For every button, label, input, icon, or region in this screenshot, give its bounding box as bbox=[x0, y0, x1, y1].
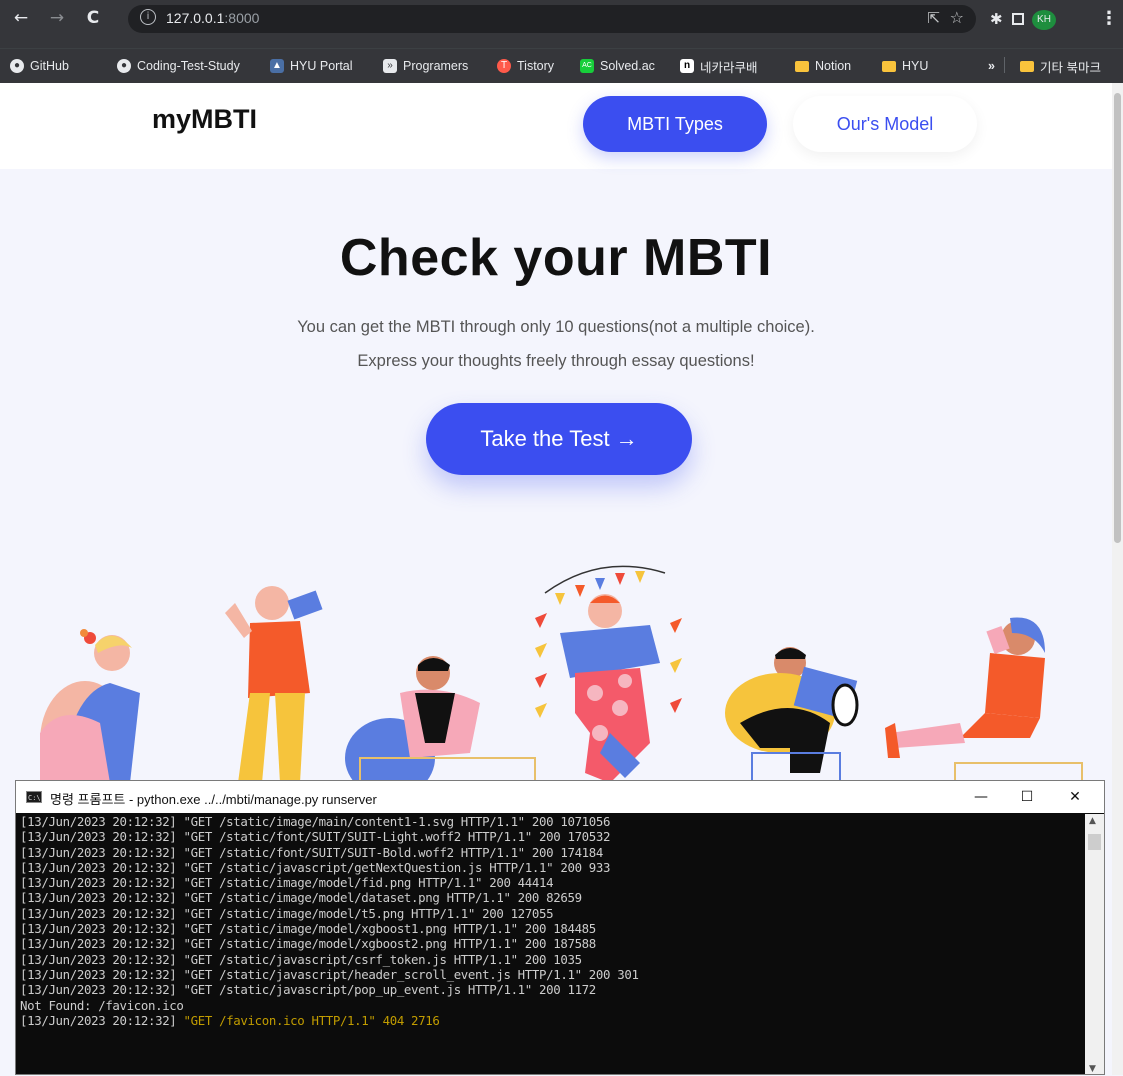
profile-avatar[interactable]: KH bbox=[1032, 10, 1056, 30]
bookmarks-bar: ● GitHub ● Coding-Test-Study ▲ HYU Portal »… bbox=[0, 48, 1123, 83]
site-info-icon[interactable]: i bbox=[140, 9, 156, 25]
log-line: [13/Jun/2023 20:12:32] "GET /static/java… bbox=[20, 951, 582, 967]
person-illustration bbox=[345, 656, 536, 783]
log-line: [13/Jun/2023 20:12:32] "GET /static/imag… bbox=[20, 875, 554, 891]
folder-icon bbox=[882, 60, 896, 72]
log-line: [13/Jun/2023 20:12:32] "GET /static/java… bbox=[20, 982, 596, 998]
bookmark-star-icon[interactable]: ☆ bbox=[950, 8, 964, 27]
bookmark-folder-notion[interactable]: Notion bbox=[795, 57, 851, 75]
log-line-warning: [13/Jun/2023 20:12:32] "GET /favicon.ico… bbox=[20, 1012, 440, 1028]
bookmark-programers[interactable]: » Programers bbox=[383, 57, 468, 75]
log-line: [13/Jun/2023 20:12:32] "GET /static/imag… bbox=[20, 936, 596, 952]
page-scrollbar-thumb[interactable] bbox=[1114, 93, 1121, 543]
terminal-scrollbar[interactable]: ▲ ▼ bbox=[1085, 814, 1104, 1074]
site-header: myMBTI MBTI Types Our's Model bbox=[0, 83, 1112, 169]
terminal-scrollbar-thumb[interactable] bbox=[1088, 834, 1101, 850]
forward-icon[interactable]: → bbox=[46, 7, 68, 29]
command-prompt-titlebar[interactable]: C:\ 명령 프롬프트 - python.exe ../../mbti/mana… bbox=[16, 781, 1104, 813]
programmers-icon: » bbox=[383, 59, 397, 73]
bookmark-hyu-portal[interactable]: ▲ HYU Portal bbox=[270, 57, 353, 75]
extensions-icon[interactable]: ✱ bbox=[990, 10, 1003, 28]
back-icon[interactable]: ← bbox=[10, 7, 32, 29]
log-line: [13/Jun/2023 20:12:32] "GET /static/imag… bbox=[20, 890, 582, 906]
terminal-output[interactable]: [13/Jun/2023 20:12:32] "GET /static/imag… bbox=[16, 814, 1084, 1076]
scroll-up-icon[interactable]: ▲ bbox=[1089, 816, 1096, 826]
bookmark-tistory[interactable]: T Tistory bbox=[497, 57, 554, 75]
person-illustration bbox=[725, 647, 859, 783]
command-prompt-window: C:\ 명령 프롬프트 - python.exe ../../mbti/mana… bbox=[15, 780, 1105, 1075]
bookmarks-overflow[interactable]: » bbox=[988, 57, 995, 75]
reload-icon[interactable]: C bbox=[82, 7, 104, 29]
bookmarks-divider bbox=[1004, 57, 1005, 73]
close-icon[interactable]: ✕ bbox=[1055, 785, 1095, 809]
folder-icon bbox=[795, 60, 809, 72]
bookmark-github[interactable]: ● GitHub bbox=[10, 57, 69, 75]
scroll-down-icon[interactable]: ▼ bbox=[1089, 1064, 1096, 1074]
bookmark-solved-ac[interactable]: AC Solved.ac bbox=[580, 57, 655, 75]
hero-subtitle-2: Express your thoughts freely through ess… bbox=[357, 352, 755, 370]
nekarakubae-icon: n bbox=[680, 59, 694, 73]
page-scrollbar[interactable] bbox=[1112, 83, 1123, 1075]
share-icon[interactable]: ⇱ bbox=[927, 9, 940, 27]
url-text: 127.0.0.1:8000 bbox=[166, 10, 260, 26]
person-illustration bbox=[885, 617, 1083, 783]
github-icon: ● bbox=[10, 59, 24, 73]
side-panel-icon[interactable] bbox=[1012, 13, 1024, 25]
maximize-icon[interactable]: ☐ bbox=[1007, 785, 1047, 809]
our-model-button[interactable]: Our's Model bbox=[793, 96, 977, 152]
person-illustration bbox=[535, 565, 682, 783]
bookmark-coding-test-study[interactable]: ● Coding-Test-Study bbox=[117, 57, 240, 75]
window-title: 명령 프롬프트 - python.exe ../../mbti/manage.p… bbox=[50, 792, 377, 807]
log-line: [13/Jun/2023 20:12:32] "GET /static/font… bbox=[20, 844, 604, 860]
log-line: [13/Jun/2023 20:12:32] "GET /static/imag… bbox=[20, 905, 554, 921]
log-line: [13/Jun/2023 20:12:32] "GET /static/java… bbox=[20, 859, 611, 875]
person-illustration bbox=[225, 586, 323, 783]
github-icon: ● bbox=[117, 59, 131, 73]
folder-icon bbox=[1020, 60, 1034, 72]
hero-subtitle-1: You can get the MBTI through only 10 que… bbox=[297, 318, 815, 336]
minimize-icon[interactable]: — bbox=[961, 785, 1001, 809]
solved-ac-icon: AC bbox=[580, 59, 594, 73]
browser-toolbar: ← → C i 127.0.0.1:8000 ⇱ ☆ ✱ KH ⋮ bbox=[0, 0, 1123, 48]
browser-menu-icon[interactable]: ⋮ bbox=[1100, 8, 1118, 29]
take-test-button[interactable]: Take the Test → bbox=[426, 403, 692, 475]
log-line: [13/Jun/2023 20:12:32] "GET /static/font… bbox=[20, 829, 611, 845]
tistory-icon: T bbox=[497, 59, 511, 73]
person-illustration bbox=[40, 629, 140, 783]
people-illustration bbox=[40, 565, 1083, 783]
log-line: [13/Jun/2023 20:12:32] "GET /static/imag… bbox=[20, 921, 596, 937]
bookmark-folder-hyu[interactable]: HYU bbox=[882, 57, 928, 75]
bookmark-nekarakubae[interactable]: n 네카라쿠배 bbox=[680, 57, 758, 75]
hero-title: Check your MBTI bbox=[339, 229, 773, 287]
log-line: [13/Jun/2023 20:12:32] "GET /static/java… bbox=[20, 966, 639, 982]
mbti-types-button[interactable]: MBTI Types bbox=[583, 96, 767, 152]
site-logo[interactable]: myMBTI bbox=[152, 104, 257, 135]
terminal-icon: C:\ bbox=[26, 791, 42, 803]
university-icon: ▲ bbox=[270, 59, 284, 73]
address-bar[interactable]: i 127.0.0.1:8000 ⇱ ☆ bbox=[128, 5, 976, 33]
log-line: Not Found: /favicon.ico bbox=[20, 997, 184, 1013]
other-bookmarks[interactable]: 기타 북마크 bbox=[1020, 57, 1101, 75]
log-line: [13/Jun/2023 20:12:32] "GET /static/imag… bbox=[20, 814, 611, 829]
